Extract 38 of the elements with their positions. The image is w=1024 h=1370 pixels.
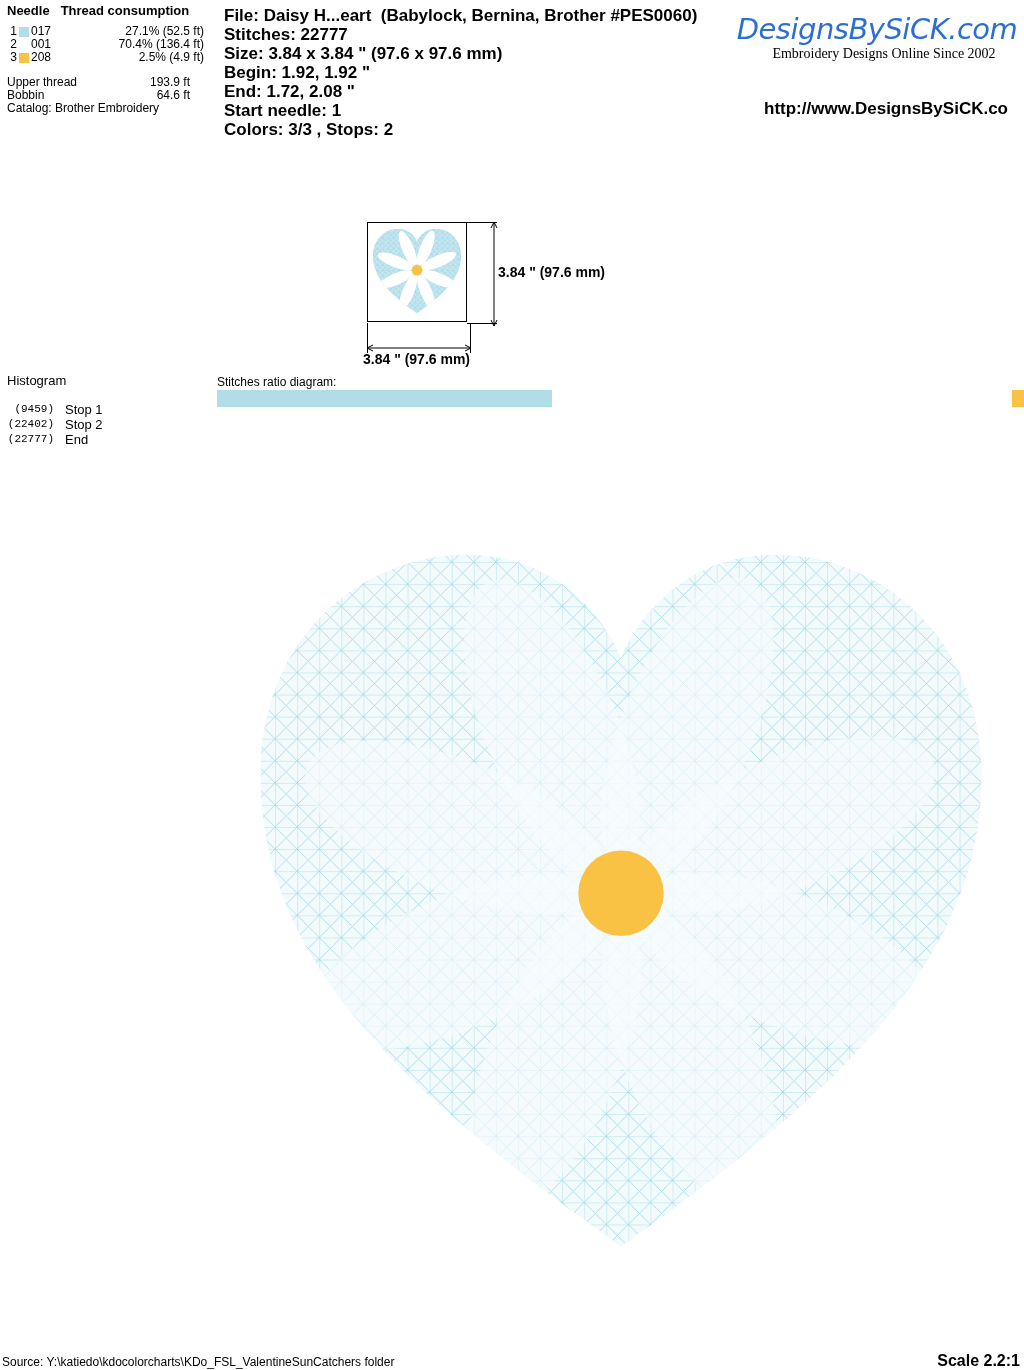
design-info-line: Stitches: 22777 (224, 25, 349, 44)
catalog-text: Catalog: Brother Embroidery (7, 102, 161, 115)
stop-label: Stop 2 (65, 417, 104, 432)
thread-usage: 70.4% (136.4 ft) (117, 38, 205, 51)
histogram-title: Histogram (7, 373, 68, 388)
design-info-line: Start needle: 1 (224, 101, 343, 120)
thread-usage: 2.5% (4.9 ft) (137, 51, 205, 64)
scale-label: Scale 2.2:1 (937, 1352, 1020, 1370)
thread-usage: 27.1% (52.5 ft) (124, 25, 205, 38)
column-header: Thread consumption (60, 4, 190, 17)
design-info-line: Begin: 1.92, 1.92 " (224, 63, 371, 82)
width-label: 3.84 " (97.6 mm) (363, 351, 471, 367)
website-link[interactable]: http://www.DesignsBySiCK.co (734, 99, 1008, 119)
design-info-line: File: Daisy H...eart (Babylock, Bernina, Brother #PES0060) (224, 6, 699, 25)
design-info-line: Colors: 3/3 , Stops: 2 (224, 120, 395, 139)
stitch-count: (9459) (13, 402, 55, 417)
needle-number: 1 (9, 25, 18, 38)
stop-label: Stop 1 (65, 402, 104, 417)
stitch-count: (22777) (7, 432, 55, 447)
design-info-line: End: 1.72, 2.08 " (224, 82, 356, 101)
thread-code: 001 (31, 38, 53, 51)
total-label: Upper thread (7, 76, 79, 89)
stop-label: End (65, 432, 90, 447)
column-header: Needle (7, 4, 50, 17)
source-path: Source: Y:\katiedo\kdocolorcharts\KDo_FSL_ValentineSunCatchers folder (2, 1355, 395, 1369)
thread-code: 208 (31, 51, 53, 64)
needle-number: 2 (9, 38, 18, 51)
ratio-diagram-title: Stitches ratio diagram: (217, 374, 338, 389)
total-value: 193.9 ft (148, 76, 190, 89)
logo-text: DesignsBySiCK.com (736, 12, 1018, 46)
thread-code: 017 (31, 25, 53, 38)
logo-tagline: Embroidery Designs Online Since 2002 (772, 46, 996, 61)
height-label: 3.84 " (97.6 mm) (498, 264, 606, 280)
needle-number: 3 (9, 51, 18, 64)
total-value: 64.6 ft (155, 89, 190, 102)
design-info-line: Size: 3.84 x 3.84 " (97.6 x 97.6 mm) (224, 44, 504, 63)
stitch-count: (22402) (7, 417, 55, 432)
total-label: Bobbin (7, 89, 46, 102)
